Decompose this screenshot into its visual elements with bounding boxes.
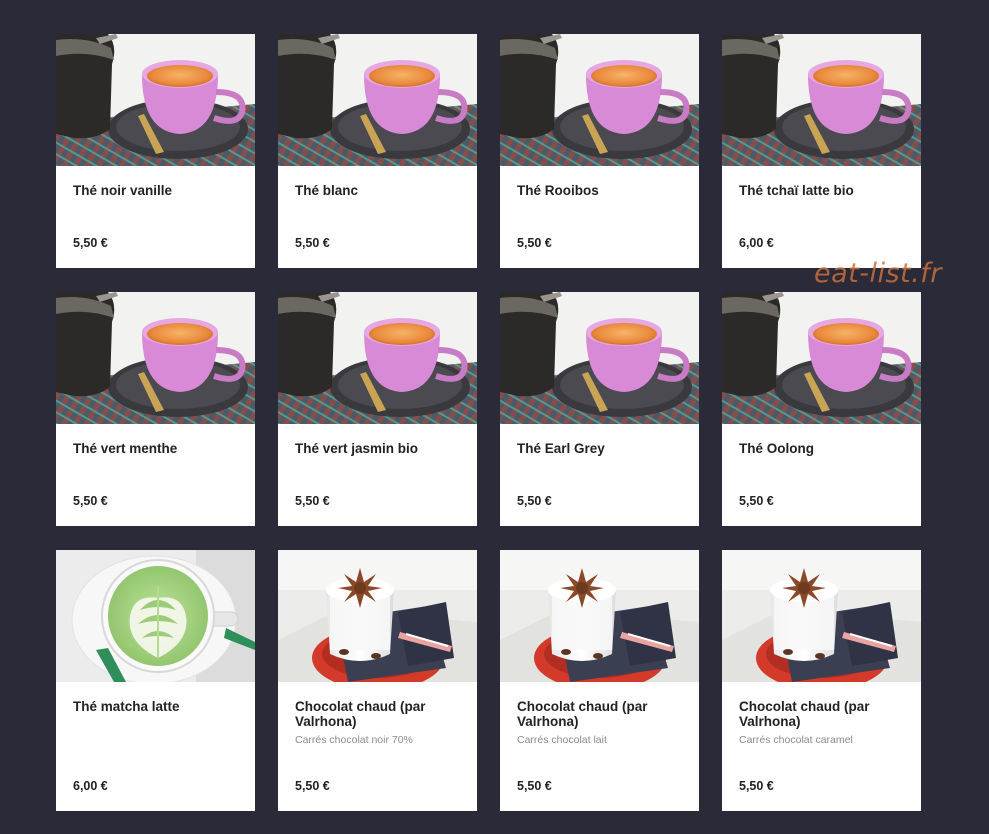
tea-cup-photo	[56, 292, 255, 424]
tea-cup-photo	[500, 292, 699, 424]
tea-cup-photo	[722, 292, 921, 424]
item-name: Thé tchaï latte bio	[739, 183, 854, 198]
item-price: 6,00 €	[73, 779, 108, 793]
item-price: 5,50 €	[739, 779, 774, 793]
menu-item-card[interactable]: Thé vert menthe 5,50 €	[56, 292, 255, 526]
item-name: Thé Oolong	[739, 441, 814, 456]
menu-item-card[interactable]: Thé Rooibos 5,50 €	[500, 34, 699, 268]
item-name: Thé Rooibos	[517, 183, 599, 198]
item-price: 5,50 €	[739, 494, 774, 508]
menu-item-card[interactable]: Thé matcha latte 6,00 €	[56, 550, 255, 811]
item-price: 5,50 €	[295, 494, 330, 508]
item-description: Carrés chocolat caramel	[739, 734, 853, 746]
menu-grid: Thé noir vanille 5,50 € Thé blanc 5,50 €	[56, 34, 921, 811]
hot-chocolate-photo	[278, 550, 477, 682]
hot-chocolate-photo	[500, 550, 699, 682]
item-name: Chocolat chaud (par Valrhona)	[517, 699, 648, 729]
item-name: Thé vert menthe	[73, 441, 178, 456]
menu-page: Thé noir vanille 5,50 € Thé blanc 5,50 €	[0, 0, 989, 834]
item-name: Thé matcha latte	[73, 699, 180, 714]
item-price: 5,50 €	[73, 494, 108, 508]
item-description: Carrés chocolat noir 70%	[295, 734, 413, 746]
menu-item-card[interactable]: Thé tchaï latte bio 6,00 €	[722, 34, 921, 268]
tea-cup-photo	[278, 292, 477, 424]
menu-item-card[interactable]: Thé vert jasmin bio 5,50 €	[278, 292, 477, 526]
item-name: Thé blanc	[295, 183, 359, 198]
hot-chocolate-photo	[722, 550, 921, 682]
item-price: 5,50 €	[517, 236, 552, 250]
watermark: eat-list.fr	[814, 258, 942, 289]
item-price: 5,50 €	[295, 236, 330, 250]
matcha-latte-photo	[56, 550, 255, 682]
menu-item-card[interactable]: Thé Oolong 5,50 €	[722, 292, 921, 526]
tea-cup-photo	[56, 34, 255, 166]
item-name: Chocolat chaud (par Valrhona)	[739, 699, 870, 729]
menu-item-card[interactable]: Chocolat chaud (par Valrhona) Carrés choc…	[500, 550, 699, 811]
item-description: Carrés chocolat lait	[517, 734, 607, 746]
item-price: 5,50 €	[73, 236, 108, 250]
tea-cup-photo	[278, 34, 477, 166]
item-price: 5,50 €	[295, 779, 330, 793]
item-name: Thé vert jasmin bio	[295, 441, 419, 456]
item-price: 5,50 €	[517, 779, 552, 793]
item-price: 5,50 €	[517, 494, 552, 508]
menu-item-card[interactable]: Chocolat chaud (par Valrhona) Carrés choc…	[278, 550, 477, 811]
tea-cup-photo	[500, 34, 699, 166]
item-price: 6,00 €	[739, 236, 774, 250]
item-name: Thé noir vanille	[73, 183, 173, 198]
item-name: Chocolat chaud (par Valrhona)	[295, 699, 426, 729]
menu-item-card[interactable]: Chocolat chaud (par Valrhona) Carrés choc…	[722, 550, 921, 811]
menu-item-card[interactable]: Thé Earl Grey 5,50 €	[500, 292, 699, 526]
menu-item-card[interactable]: Thé noir vanille 5,50 €	[56, 34, 255, 268]
tea-cup-photo	[722, 34, 921, 166]
item-name: Thé Earl Grey	[517, 441, 605, 456]
menu-item-card[interactable]: Thé blanc 5,50 €	[278, 34, 477, 268]
